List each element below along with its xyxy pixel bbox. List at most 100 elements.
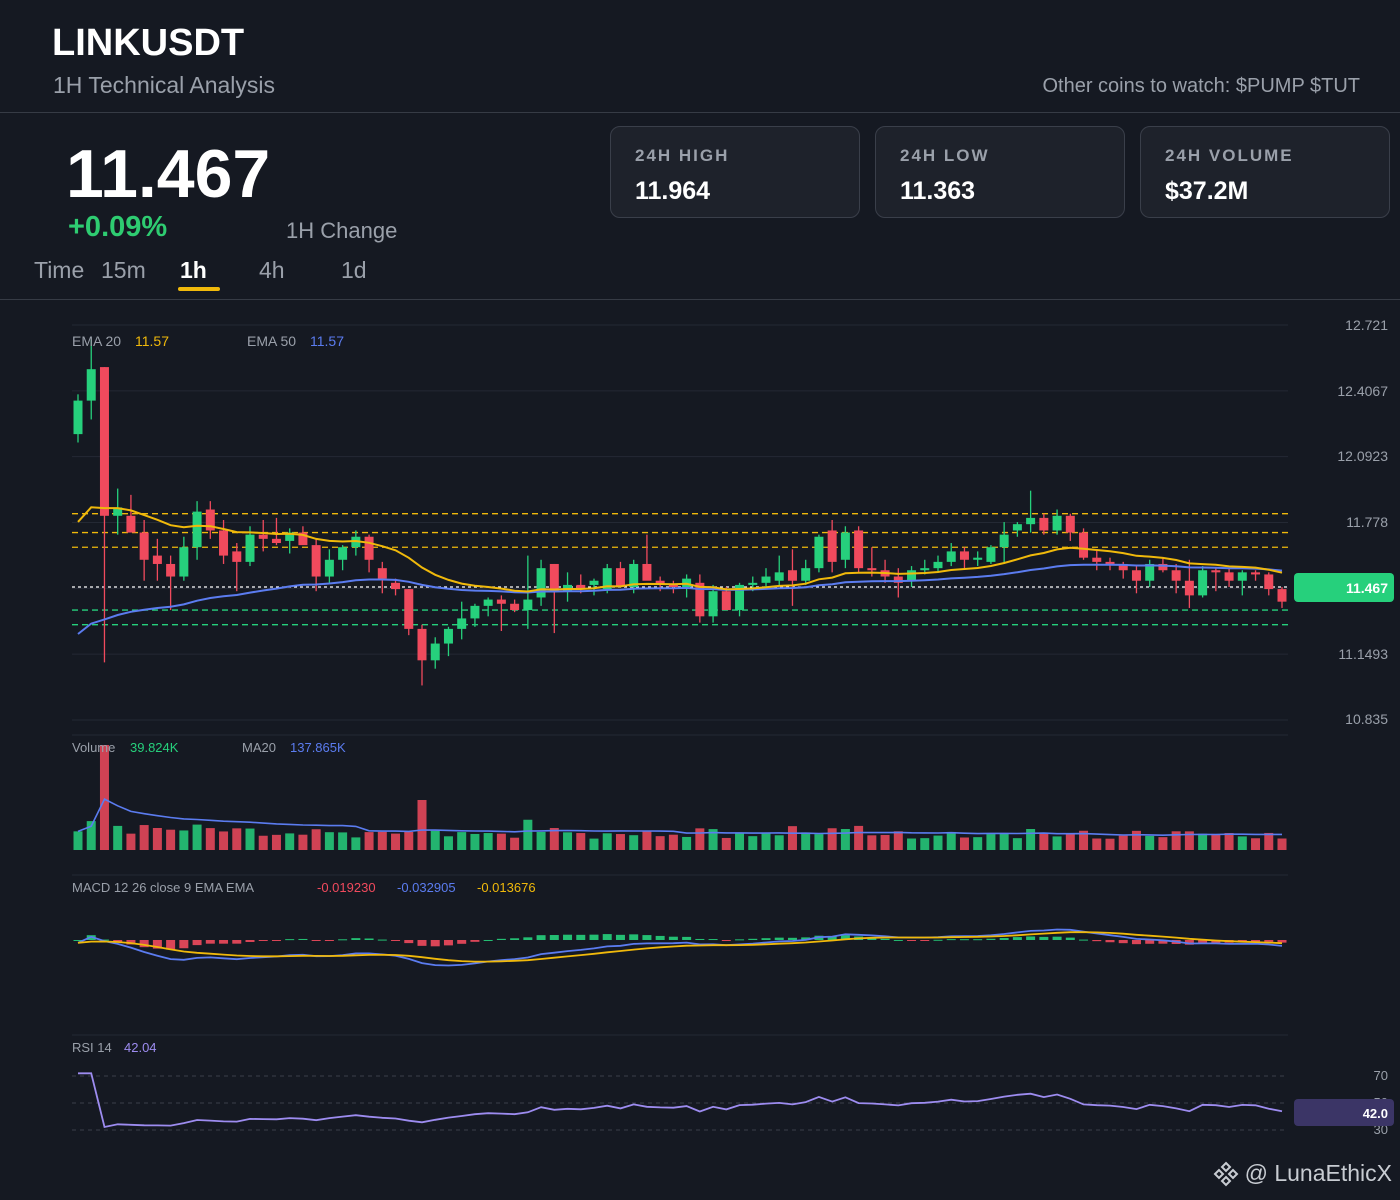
candle-down [139, 532, 149, 560]
last-price-badge-label: 11.467 [1346, 580, 1388, 596]
macd-histogram-up [602, 934, 612, 940]
volume-bar-down [615, 834, 625, 850]
candle-down [1211, 570, 1221, 573]
candle-down [549, 563, 559, 592]
candle-up [523, 599, 533, 611]
y-tick-label: 10.835 [1345, 711, 1388, 727]
candle-down [615, 568, 625, 588]
macd-histogram-up [1026, 936, 1036, 940]
candle-down [721, 591, 731, 611]
volume-bar-up [920, 838, 930, 850]
analysis-subtitle: 1H Technical Analysis [53, 72, 276, 98]
volume-bar-down [1277, 838, 1287, 850]
candle-down [1224, 572, 1234, 581]
candle-up [1198, 570, 1208, 596]
macd-histogram-up [298, 938, 308, 940]
macd-histogram-down [920, 940, 930, 941]
volume-bar-down [404, 832, 414, 850]
macd-histogram-up [576, 934, 586, 940]
volume-bar-down [258, 835, 268, 850]
volume-bar-down [232, 828, 242, 850]
volume-bar-up [682, 836, 692, 850]
rsi-line [78, 1072, 1283, 1129]
volume-bar-down [139, 825, 149, 850]
macd-histogram-up [563, 934, 573, 940]
macd-histogram-up [668, 936, 678, 940]
candle-down [1264, 574, 1274, 590]
volume-bar-up [801, 832, 811, 850]
macd-histogram-down [1092, 940, 1102, 942]
volume-bar-down [510, 837, 520, 850]
macd-histogram-down [721, 940, 731, 941]
macd-histogram-up [351, 938, 361, 940]
volume-bar-up [245, 828, 255, 850]
volume-bar-up [946, 831, 956, 850]
candle-down [1277, 589, 1287, 602]
candle-up [245, 534, 255, 562]
macd-histogram-up [615, 934, 625, 940]
timeframe-15m[interactable]: 15m [101, 257, 146, 284]
volume-bar-down [1065, 833, 1075, 850]
y-tick-label: 11.1493 [1338, 646, 1388, 662]
volume-bar-down [391, 833, 401, 850]
candle-down [787, 570, 797, 581]
macd-histogram-up [708, 939, 718, 941]
candle-down [166, 563, 176, 577]
candle-up [1026, 517, 1036, 525]
candle-down [1065, 515, 1075, 533]
volume-bar-up [589, 838, 599, 850]
macd-histogram-down [391, 940, 401, 941]
change-label: 1H Change [286, 218, 398, 243]
macd-line-value: -0.032905 [397, 880, 456, 895]
candle-up [589, 580, 599, 585]
volume-bar-down [417, 800, 427, 850]
volume-legend-label: Volume [72, 740, 115, 755]
timeframe-1h[interactable]: 1h [180, 257, 207, 284]
ma20-legend-value: 137.865K [290, 740, 346, 755]
macd-histogram-down [907, 940, 917, 941]
macd-histogram-up [933, 939, 943, 941]
volume-bar-up [483, 833, 493, 850]
macd-histogram-up [1052, 936, 1062, 940]
candle-down [1251, 572, 1261, 575]
volume-bar-down [655, 836, 665, 850]
macd-histogram-up [589, 934, 599, 940]
volume-bar-up [602, 833, 612, 850]
macd-histogram-up [483, 939, 493, 941]
candle-down [1131, 570, 1141, 581]
volume-bar-up [285, 833, 295, 850]
volume-bar-down [642, 831, 652, 850]
timeframe-4h[interactable]: 4h [259, 257, 285, 284]
candle-down [642, 563, 652, 581]
candle-up [708, 591, 718, 617]
candle-up [946, 551, 956, 562]
volume-bar-down [880, 834, 890, 850]
volume-bar-up [351, 837, 361, 850]
volume-bar-up [73, 831, 83, 850]
candle-up [1145, 563, 1155, 581]
volume-bar-up [536, 831, 546, 850]
y-tick-label: 12.4067 [1337, 383, 1388, 399]
candle-up [748, 582, 758, 585]
macd-histogram-down [404, 940, 414, 944]
stat-card-24h-high: 24H HIGH 11.964 [610, 126, 860, 218]
volume-ma20-line [77, 798, 1282, 837]
volume-bar-down [271, 834, 281, 850]
volume-bar-up [1198, 833, 1208, 850]
volume-legend-value: 39.824K [130, 740, 179, 755]
volume-bar-down [219, 831, 229, 850]
price-chart[interactable]: EMA 20 11.57 EMA 50 11.57 12.721 12.4067… [0, 300, 1400, 1160]
active-timeframe-indicator [178, 287, 220, 291]
macd-histogram-down [1131, 940, 1141, 945]
coins-to-watch: Other coins to watch: $PUMP $TUT [1042, 75, 1360, 97]
candle-up [457, 618, 467, 629]
volume-bar-down [205, 828, 215, 850]
volume-bar-up [113, 825, 123, 850]
volume-bar-up [986, 834, 996, 850]
timeframe-1d[interactable]: 1d [341, 257, 367, 284]
volume-bar-up [1052, 836, 1062, 850]
volume-bar-down [1131, 830, 1141, 850]
volume-bar-up [338, 832, 348, 850]
ema20-line [77, 506, 1283, 593]
volume-bar-down [787, 826, 797, 850]
